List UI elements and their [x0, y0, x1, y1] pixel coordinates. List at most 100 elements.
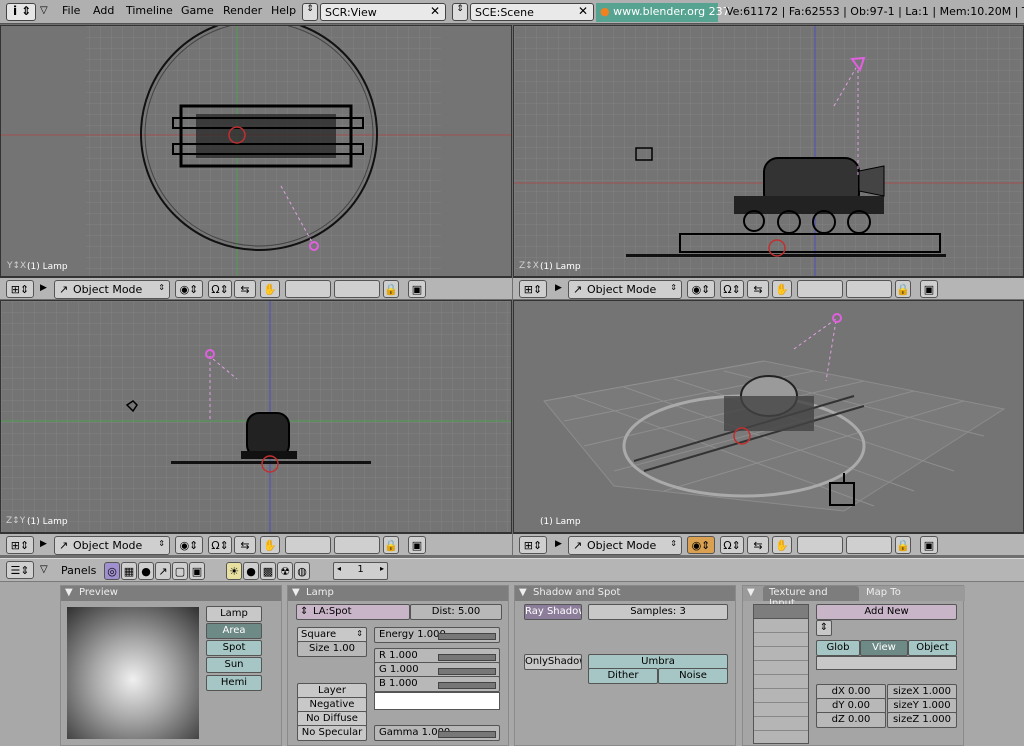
shadow-panel-header[interactable]: ▼ Shadow and Spot — [515, 586, 735, 601]
tab-texture-input[interactable]: Texture and Input — [763, 586, 859, 609]
texture-browse-button[interactable]: ⇕ — [816, 620, 832, 636]
info-window-icon[interactable]: i ⇕ — [6, 3, 36, 21]
dist-field[interactable]: Dist: 5.00 — [410, 604, 502, 620]
collapse-menu-icon[interactable]: ▽ — [40, 5, 48, 16]
coord-glob[interactable]: Glob — [816, 640, 860, 656]
expand-header-icon[interactable]: ▶ — [555, 539, 562, 549]
shading-context-icon[interactable]: ● — [138, 562, 154, 580]
coord-view[interactable]: View — [860, 640, 908, 656]
blue-slider[interactable]: B 1.000 — [374, 676, 500, 692]
pivot-icon[interactable]: Ω⇕ — [720, 536, 744, 554]
render-icon[interactable]: ▣ — [920, 536, 938, 554]
lamp-type-sun[interactable]: Sun — [206, 657, 262, 673]
widget-icon[interactable]: ⇆ — [234, 280, 256, 298]
render-icon[interactable]: ▣ — [408, 536, 426, 554]
layer-buttons-b[interactable] — [334, 280, 380, 298]
lock-icon[interactable]: 🔒 — [383, 280, 399, 298]
menu-file[interactable]: File — [62, 4, 80, 17]
material-buttons-icon[interactable]: ● — [243, 562, 259, 580]
viewport-top-right[interactable]: Z↕X (1) Lamp — [513, 25, 1024, 277]
radiosity-buttons-icon[interactable]: ☢ — [277, 562, 293, 580]
screen-browse-button[interactable]: ⇕ — [302, 3, 318, 21]
lamp-buttons-icon[interactable]: ☀ — [226, 562, 242, 580]
window-type-button[interactable]: ☰⇕ — [6, 561, 34, 579]
lamp-type-hemi[interactable]: Hemi — [206, 675, 262, 691]
window-type-button[interactable]: ⊞⇕ — [6, 536, 34, 554]
menu-timeline[interactable]: Timeline — [126, 4, 173, 17]
lock-icon[interactable]: 🔒 — [895, 280, 911, 298]
pivot-icon[interactable]: Ω⇕ — [720, 280, 744, 298]
mode-select[interactable]: ↗ Object Mode ⇕ — [54, 280, 170, 299]
area-size-field[interactable]: Size 1.00 — [297, 641, 367, 657]
tab-map-to[interactable]: Map To — [860, 586, 920, 601]
menu-add[interactable]: Add — [93, 4, 114, 17]
gamma-slider[interactable]: Gamma 1.000 — [374, 725, 500, 741]
lamp-panel-header[interactable]: ▼ Lamp — [288, 586, 508, 601]
scene-browse-button[interactable]: ⇕ — [452, 3, 468, 21]
scene-name-field[interactable]: SCE:Scene — [470, 3, 594, 21]
mode-select[interactable]: ↗ Object Mode ⇕ — [54, 536, 170, 555]
layer-buttons-a[interactable] — [797, 280, 843, 298]
object-context-icon[interactable]: ↗ — [155, 562, 171, 580]
mode-select[interactable]: ↗ Object Mode ⇕ — [568, 280, 682, 299]
menu-render[interactable]: Render — [223, 4, 262, 17]
samples-field[interactable]: Samples: 3 — [588, 604, 728, 620]
editing-context-icon[interactable]: ▢ — [172, 562, 188, 580]
collapse-icon[interactable]: ▼ — [747, 587, 755, 598]
preview-panel-header[interactable]: ▼ Preview — [61, 586, 281, 601]
layer-buttons-b[interactable] — [846, 536, 892, 554]
only-shadow-toggle[interactable]: OnlyShadow — [524, 654, 582, 670]
layer-buttons-b[interactable] — [334, 536, 380, 554]
expand-header-icon[interactable]: ▶ — [40, 539, 47, 549]
pivot-icon[interactable]: Ω⇕ — [208, 280, 232, 298]
viewport-top-left[interactable]: Y↕X (1) Lamp — [0, 25, 512, 277]
widget-icon[interactable]: ⇆ — [747, 536, 769, 554]
frame-number-field[interactable]: ◂ 1 ▸ — [333, 562, 388, 580]
hand-icon[interactable]: ✋ — [260, 536, 280, 554]
widget-icon[interactable]: ⇆ — [234, 536, 256, 554]
lamp-type-spot[interactable]: Spot — [206, 640, 262, 656]
hand-icon[interactable]: ✋ — [772, 536, 792, 554]
script-context-icon[interactable]: ▦ — [121, 562, 137, 580]
viewport-bottom-left[interactable]: Z↕Y (1) Lamp — [0, 300, 512, 533]
draw-type-button[interactable]: ◉⇕ — [687, 280, 715, 298]
menu-help[interactable]: Help — [271, 4, 296, 17]
texture-buttons-icon[interactable]: ▩ — [260, 562, 276, 580]
dz-field[interactable]: dZ 0.00 — [816, 712, 886, 728]
window-type-button[interactable]: ⊞⇕ — [519, 536, 547, 554]
draw-type-button[interactable]: ◉⇕ — [687, 536, 715, 554]
dither-toggle[interactable]: Dither — [588, 668, 658, 684]
coord-object[interactable]: Object — [908, 640, 957, 656]
viewport-bottom-right[interactable]: (1) Lamp — [513, 300, 1024, 533]
layer-buttons-a[interactable] — [285, 536, 331, 554]
noise-toggle[interactable]: Noise — [658, 668, 728, 684]
hand-icon[interactable]: ✋ — [260, 280, 280, 298]
lamp-type-lamp[interactable]: Lamp — [206, 606, 262, 622]
menu-game[interactable]: Game — [181, 4, 214, 17]
window-type-button[interactable]: ⊞⇕ — [519, 280, 547, 298]
no-specular-toggle[interactable]: No Specular — [297, 725, 367, 741]
layer-buttons-a[interactable] — [797, 536, 843, 554]
lock-icon[interactable]: 🔒 — [383, 536, 399, 554]
expand-header-icon[interactable]: ▶ — [555, 283, 562, 293]
sizez-field[interactable]: sizeZ 1.000 — [887, 712, 957, 728]
widget-icon[interactable]: ⇆ — [747, 280, 769, 298]
render-icon[interactable]: ▣ — [408, 280, 426, 298]
screen-delete-icon[interactable]: ✕ — [430, 4, 440, 18]
scene-delete-icon[interactable]: ✕ — [578, 4, 588, 18]
lamp-type-area[interactable]: Area — [206, 623, 262, 639]
screen-name-field[interactable]: SCR:View — [320, 3, 446, 21]
energy-slider[interactable]: Energy 1.000 — [374, 627, 500, 643]
world-buttons-icon[interactable]: ◍ — [294, 562, 310, 580]
object-name-field[interactable] — [816, 656, 957, 670]
lamp-name-field[interactable]: ⇕ LA:Spot — [296, 604, 410, 620]
mode-select[interactable]: ↗ Object Mode ⇕ — [568, 536, 682, 555]
window-type-button[interactable]: ⊞⇕ — [6, 280, 34, 298]
collapse-menu-icon[interactable]: ▽ — [40, 564, 48, 575]
color-swatch[interactable] — [374, 692, 500, 710]
scene-context-icon[interactable]: ▣ — [189, 562, 205, 580]
hand-icon[interactable]: ✋ — [772, 280, 792, 298]
logic-context-icon[interactable]: ◎ — [104, 562, 120, 580]
ray-shadow-toggle[interactable]: Ray Shadow — [524, 604, 582, 620]
texture-channel-list[interactable] — [753, 604, 809, 744]
